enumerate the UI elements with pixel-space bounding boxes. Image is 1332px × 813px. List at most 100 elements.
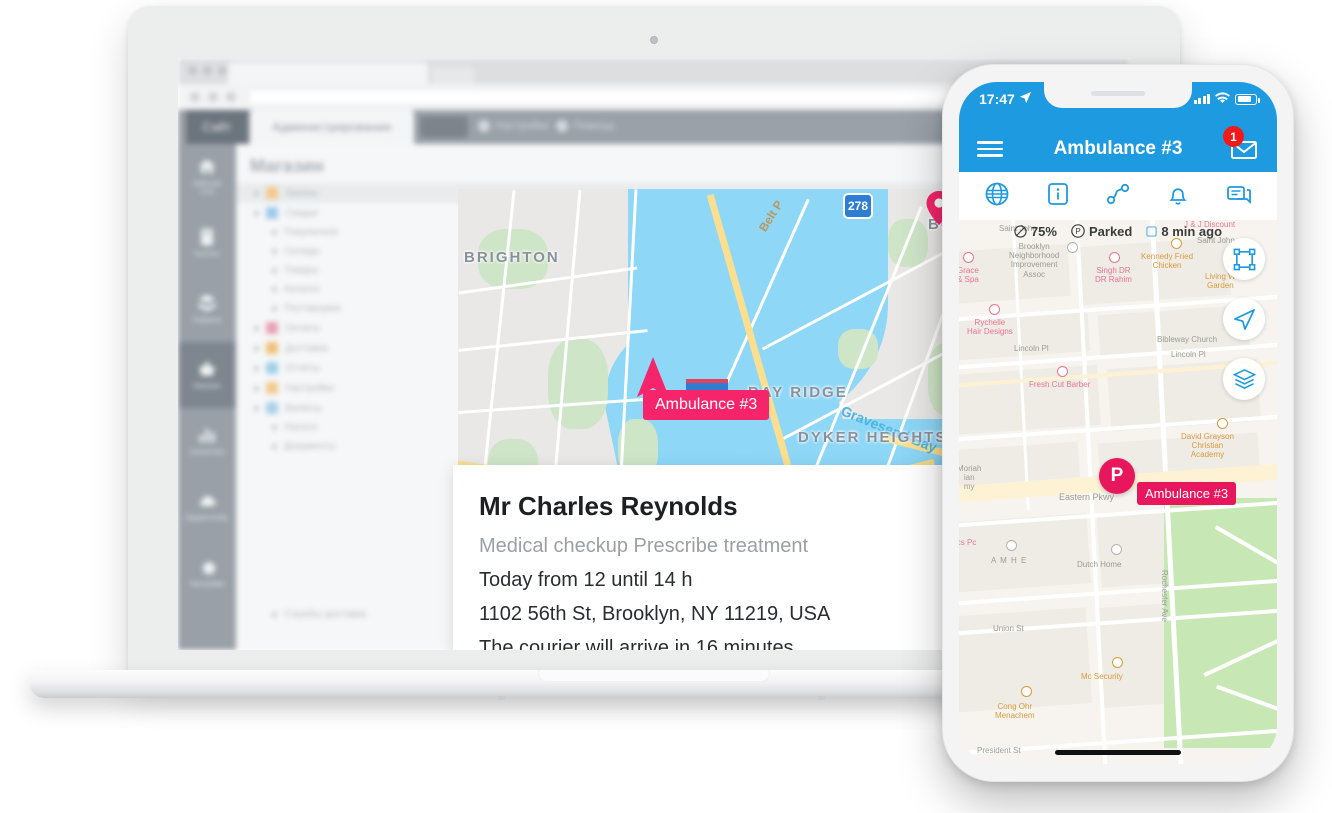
list-item-label: Службы доставки xyxy=(284,609,367,620)
route-icon xyxy=(1106,183,1130,204)
tab-chat[interactable] xyxy=(1226,181,1252,212)
street-label: Moriah ian my xyxy=(959,464,982,492)
phone-tab-bar xyxy=(959,172,1277,220)
time-window: Today from 12 until 14 h xyxy=(479,569,693,591)
phone-body: 17:47 Ambulance #3 1 75% P Parked 8 min … xyxy=(942,64,1294,782)
home-indicator[interactable] xyxy=(1055,750,1181,755)
vehicle-label-chip[interactable]: Ambulance #3 xyxy=(643,390,770,420)
last-update: 8 min ago xyxy=(1146,224,1222,239)
fit-bounds-icon xyxy=(1233,248,1255,270)
poi-label: Kennedy Fried Chicken xyxy=(1141,252,1194,271)
poi-label: Grace & Spa xyxy=(959,266,979,285)
layers-button[interactable] xyxy=(1223,358,1265,400)
list-item-label: Налоги xyxy=(284,422,318,433)
mail-badge: 1 xyxy=(1223,126,1244,147)
tree-toggle-icon xyxy=(254,325,259,331)
menu-icon[interactable] xyxy=(977,141,1003,157)
navigate-button[interactable] xyxy=(1223,298,1265,340)
item-icon xyxy=(266,207,278,219)
poi-label: A M H E xyxy=(991,556,1028,565)
poi-label: Cong Ohr Menachem xyxy=(995,702,1035,721)
sidebar-label-settings: Настройки xyxy=(189,581,225,589)
service-description: Medical checkup Prescribe treatment xyxy=(479,535,809,557)
laptop-base-notch xyxy=(538,670,770,682)
list-item-label: Заказы xyxy=(285,187,319,199)
tab-site[interactable]: Сайт xyxy=(186,110,248,144)
help-icon xyxy=(556,120,568,132)
laptop-foot xyxy=(818,696,825,700)
poi-label: Rychelle Hair Designs xyxy=(967,318,1013,337)
poi-label: ics Pc xyxy=(959,538,977,547)
street-label: Rochester Ave xyxy=(1160,570,1169,622)
layers-icon xyxy=(1232,368,1256,389)
browser-tab-new[interactable] xyxy=(432,67,474,84)
box-icon xyxy=(196,293,218,313)
signal-icon xyxy=(1193,94,1210,104)
toolbar-settings[interactable]: Настройки xyxy=(478,120,549,132)
browser-tab-active[interactable] xyxy=(228,62,428,84)
phone-device: 17:47 Ambulance #3 1 75% P Parked 8 min … xyxy=(942,64,1294,782)
parked-icon: P xyxy=(1071,224,1085,238)
sidebar-item-marketplace[interactable]: Маркетплейс xyxy=(178,474,236,540)
battery-percent: 75% xyxy=(1030,223,1057,239)
phone-map[interactable]: 75% P Parked 8 min ago Saint John Saint … xyxy=(959,220,1277,764)
tab-route[interactable] xyxy=(1105,181,1131,212)
notifications-counter[interactable] xyxy=(420,116,468,138)
svg-text:P: P xyxy=(1075,227,1080,236)
tree-toggle-icon xyxy=(254,345,259,351)
tree-toggle-icon xyxy=(272,425,277,430)
back-icon[interactable] xyxy=(190,92,200,102)
item-icon xyxy=(266,322,278,334)
battery-icon xyxy=(1235,93,1260,105)
cloud-icon xyxy=(196,491,218,511)
location-arrow-icon xyxy=(1019,91,1032,107)
tab-globe[interactable] xyxy=(984,181,1010,212)
list-item-label: Валюты xyxy=(285,402,323,414)
map-label: DYKER HEIGHTS xyxy=(798,429,948,446)
street-label: Lincoln Pl xyxy=(1014,344,1049,353)
highway-shield-278: 278 xyxy=(843,193,873,219)
clock-small-icon xyxy=(1146,225,1158,237)
tree-toggle-icon xyxy=(254,190,259,196)
updated-label: 8 min ago xyxy=(1161,223,1223,239)
battery-status: 75% xyxy=(1014,224,1057,239)
admin-sidebar: Рабочий стол Контент Сервисы Магазин Ана… xyxy=(178,144,236,650)
globe-icon xyxy=(985,182,1009,205)
window-controls[interactable] xyxy=(188,66,227,75)
list-item-label: Товары xyxy=(284,265,319,276)
chat-icon xyxy=(1226,185,1251,204)
sidebar-item-analytics[interactable]: Аналитика xyxy=(178,408,236,474)
customer-name: Mr Charles Reynolds xyxy=(479,491,738,521)
sidebar-label-content: Контент xyxy=(194,251,220,259)
sidebar-label-services: Сервисы xyxy=(192,317,222,325)
status-left: 17:47 xyxy=(979,91,1032,107)
vehicle-parked-pin[interactable]: P xyxy=(1099,458,1135,494)
earpiece-speaker xyxy=(1091,91,1145,96)
tree-toggle-icon xyxy=(254,385,259,391)
sidebar-item-settings[interactable]: Настройки xyxy=(178,540,236,606)
sidebar-item-desktop[interactable]: Рабочий стол xyxy=(178,144,236,210)
toolbar-help[interactable]: Помощь xyxy=(556,120,616,132)
fit-bounds-button[interactable] xyxy=(1223,238,1265,280)
mail-button[interactable]: 1 xyxy=(1223,126,1259,164)
sidebar-item-shop[interactable]: Магазин xyxy=(178,342,236,408)
vehicle-label-chip[interactable]: Ambulance #3 xyxy=(1137,482,1237,505)
poi-label: Fresh Cut Barber xyxy=(1029,380,1091,389)
phone-status-bar: 17:47 xyxy=(959,82,1277,126)
status-clock: 17:47 xyxy=(979,91,1015,107)
battery-small-icon xyxy=(1014,224,1027,238)
tab-info[interactable] xyxy=(1045,181,1071,212)
gear-icon xyxy=(196,557,218,577)
list-item-delivery-services[interactable]: Службы доставки xyxy=(236,605,366,624)
forward-icon[interactable] xyxy=(208,92,218,102)
delivery-address: 1102 56th St, Brooklyn, NY 11219, USA xyxy=(479,603,831,625)
phone-screen: 17:47 Ambulance #3 1 75% P Parked 8 min … xyxy=(959,82,1277,764)
list-item-label: Доставка xyxy=(285,342,328,354)
tab-admin[interactable]: Администрирование xyxy=(250,110,414,144)
sidebar-label-shop: Магазин xyxy=(193,383,221,391)
sidebar-item-services[interactable]: Сервисы xyxy=(178,276,236,342)
tab-alerts[interactable] xyxy=(1165,181,1191,212)
sidebar-item-content[interactable]: Контент xyxy=(178,210,236,276)
tree-toggle-icon xyxy=(254,210,259,216)
reload-icon[interactable] xyxy=(226,92,236,102)
